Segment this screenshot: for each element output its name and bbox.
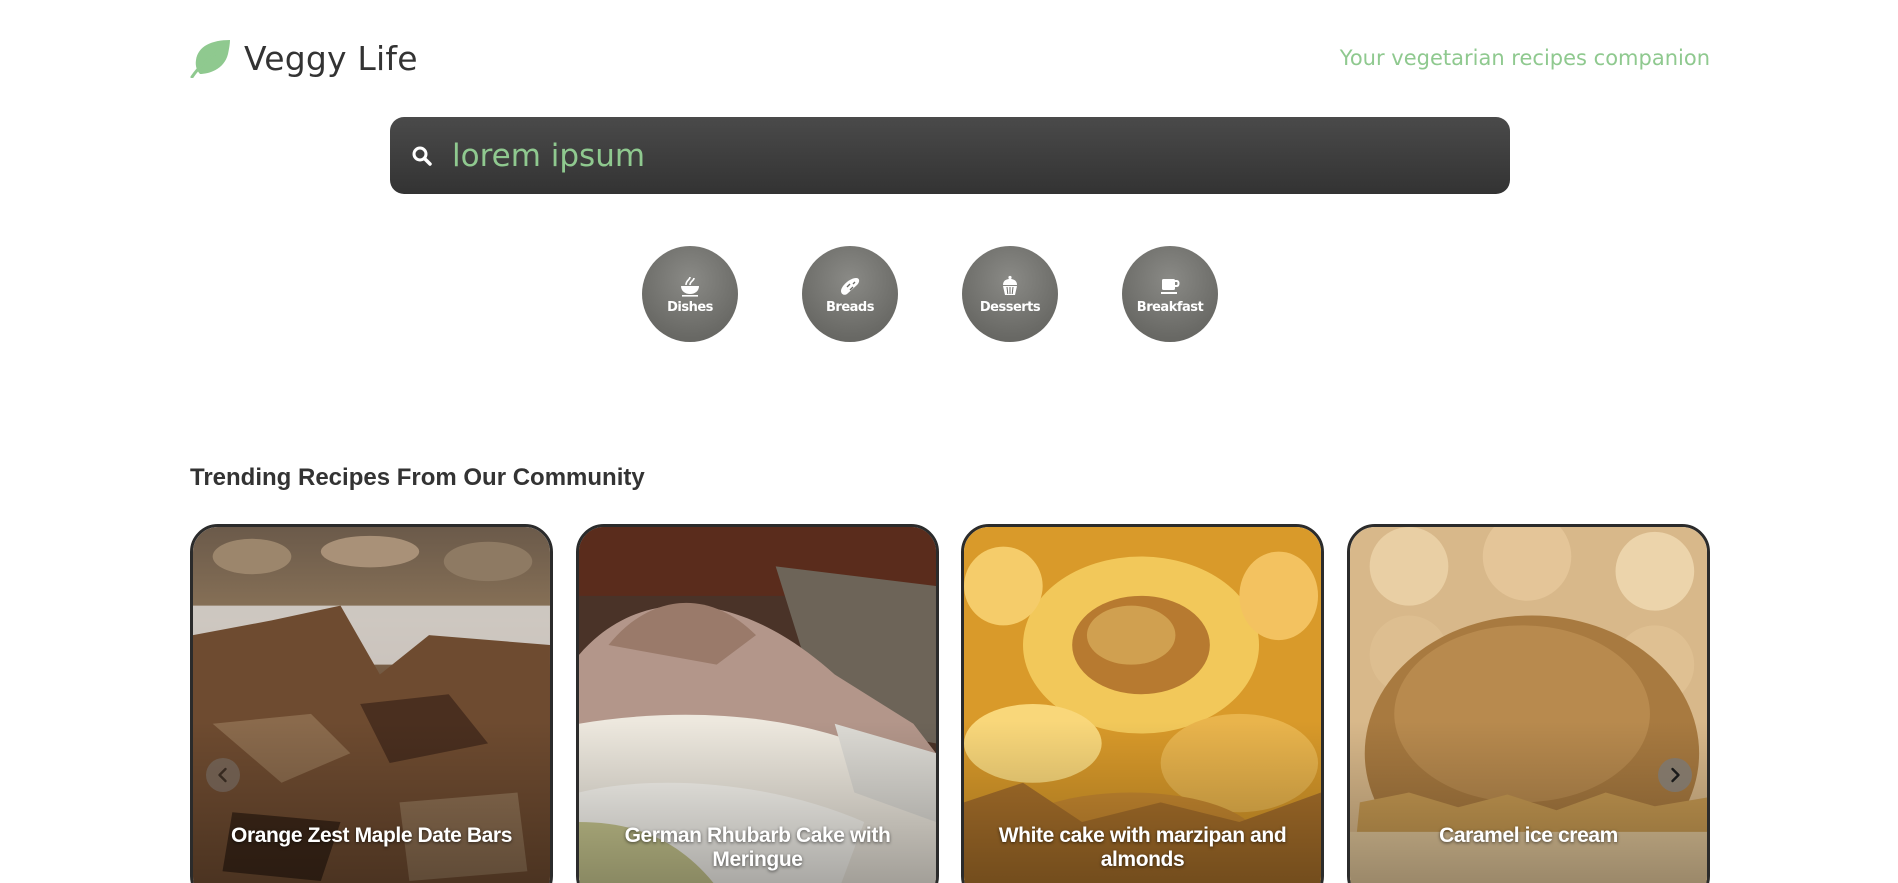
recipe-card[interactable]: White cake with marzipan and almonds — [961, 524, 1324, 883]
carousel-next-button[interactable] — [1658, 758, 1692, 792]
category-label: Breakfast — [1136, 299, 1204, 315]
recipe-card[interactable]: Caramel ice cream — [1347, 524, 1710, 883]
chevron-left-icon — [218, 767, 227, 783]
bread-icon — [841, 277, 860, 295]
recipe-card[interactable]: Orange Zest Maple Date Bars — [190, 524, 553, 883]
chevron-right-icon — [1671, 767, 1680, 783]
cupcake-icon — [1003, 275, 1017, 295]
category-nav: Dishes Breads Desserts Breakfast — [642, 246, 1218, 342]
category-dishes-button[interactable]: Dishes — [642, 246, 738, 342]
recipe-carousel: Orange Zest Maple Date Bars German Rhuba… — [190, 524, 1710, 883]
tagline: Your vegetarian recipes companion — [1339, 46, 1710, 70]
carousel-prev-button[interactable] — [206, 758, 240, 792]
section-title: Trending Recipes From Our Community — [190, 463, 645, 491]
search-icon[interactable] — [410, 144, 434, 168]
card-overlay — [193, 721, 550, 883]
noodle-bowl-icon — [681, 276, 699, 297]
recipe-title[interactable]: German Rhubarb Cake with Meringue — [595, 824, 920, 872]
search-input[interactable] — [452, 125, 1510, 186]
card-overlay — [1350, 721, 1707, 883]
category-label: Desserts — [979, 299, 1041, 315]
category-desserts-button[interactable]: Desserts — [962, 246, 1058, 342]
logo[interactable]: Veggy Life — [190, 38, 418, 78]
recipe-title[interactable]: White cake with marzipan and almonds — [980, 824, 1305, 872]
brand-name: Veggy Life — [244, 38, 418, 78]
category-label: Breads — [826, 299, 874, 315]
coffee-cup-icon — [1161, 278, 1180, 294]
recipe-title[interactable]: Orange Zest Maple Date Bars — [209, 824, 534, 848]
search-bar[interactable] — [390, 117, 1510, 194]
category-label: Dishes — [667, 299, 713, 315]
site-header: Veggy Life Your vegetarian recipes compa… — [190, 36, 1710, 82]
category-breads-button[interactable]: Breads — [802, 246, 898, 342]
leaf-logo-icon — [190, 40, 230, 78]
recipe-title[interactable]: Caramel ice cream — [1366, 824, 1691, 848]
category-breakfast-button[interactable]: Breakfast — [1122, 246, 1218, 342]
recipe-card[interactable]: German Rhubarb Cake with Meringue — [576, 524, 939, 883]
